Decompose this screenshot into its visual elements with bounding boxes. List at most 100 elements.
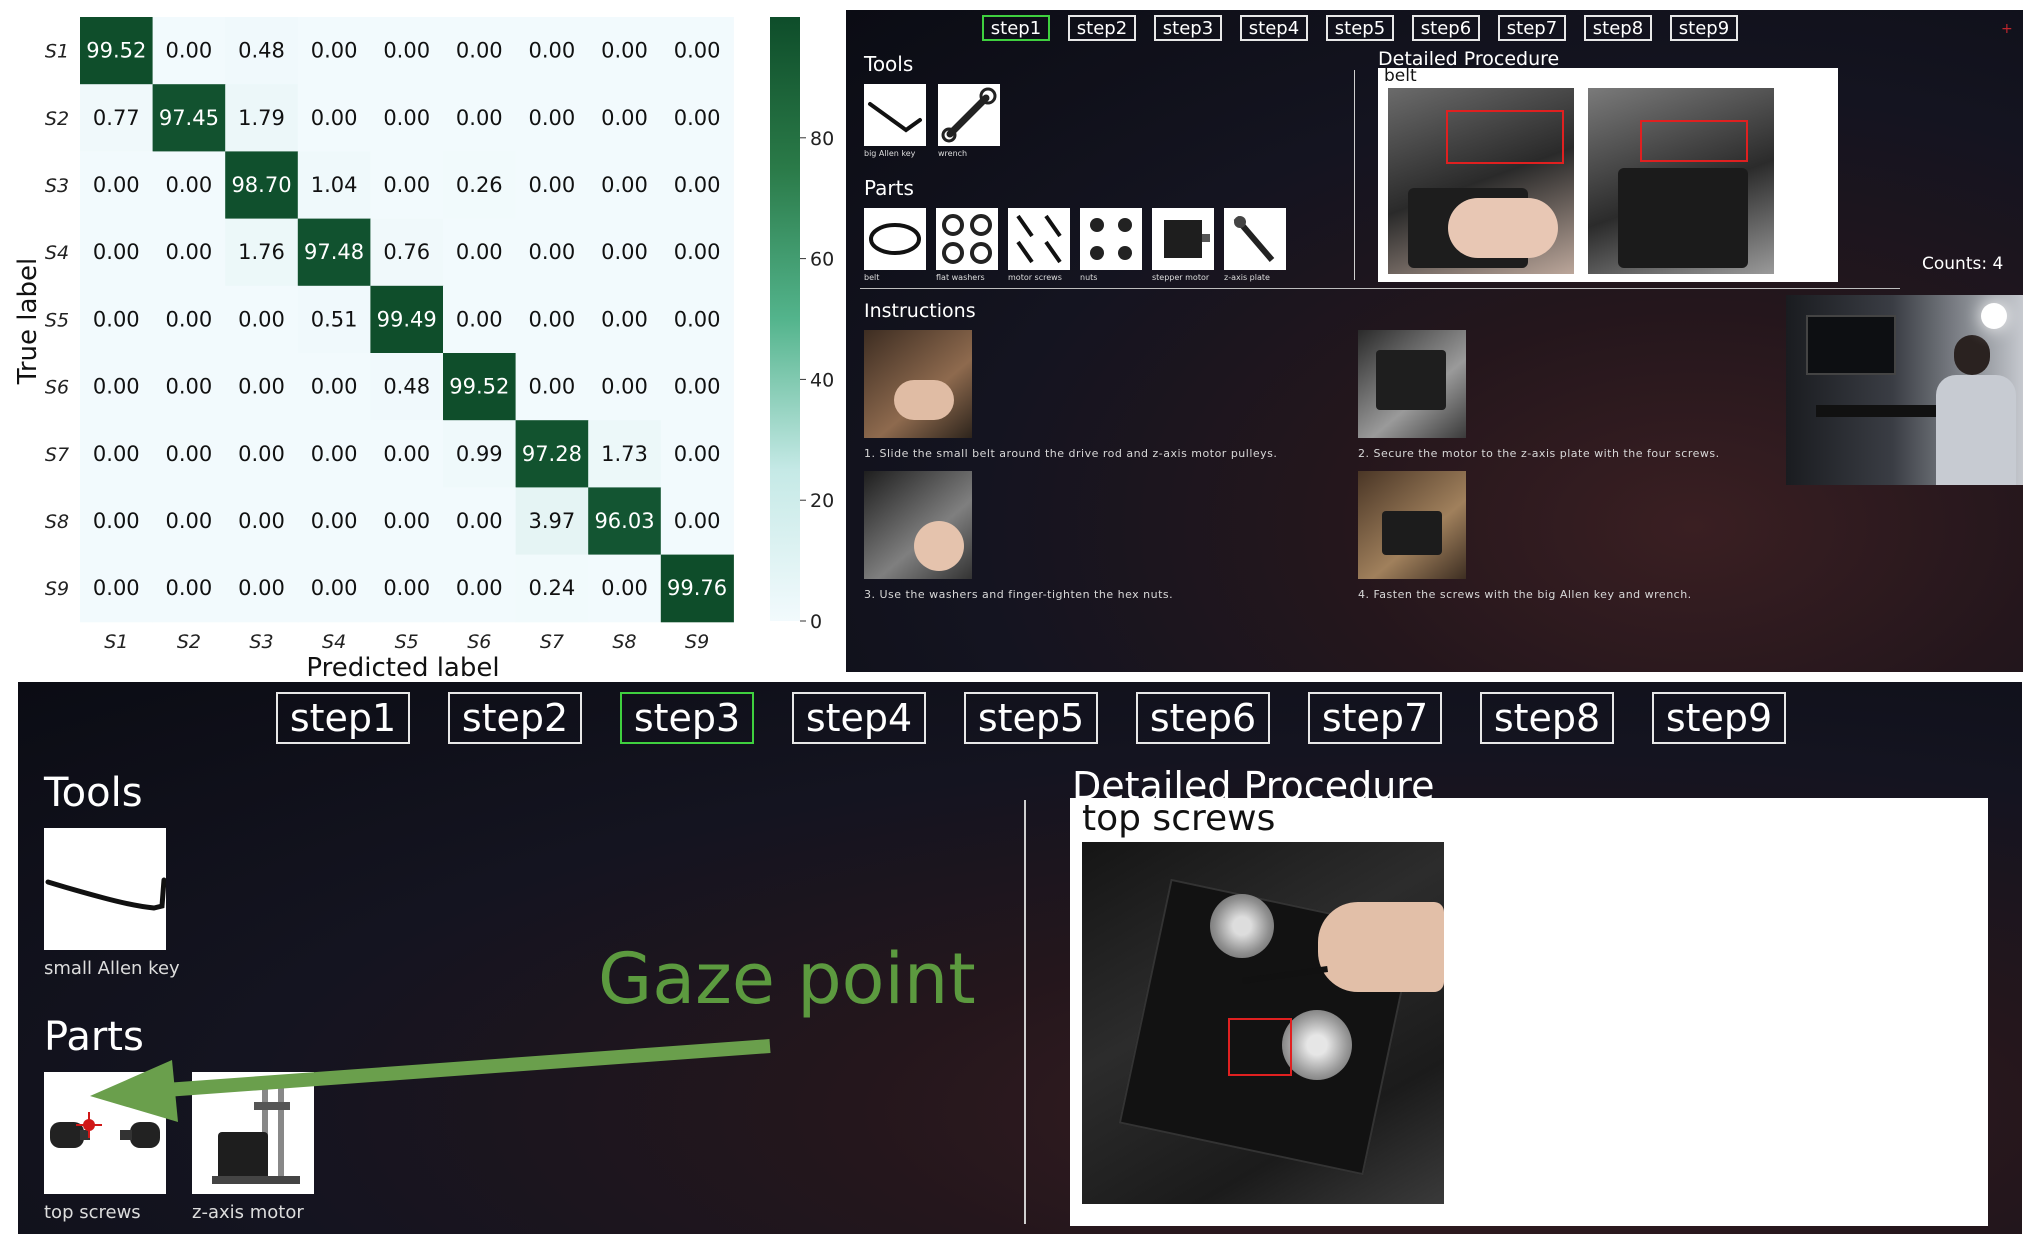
- tool-caption: big Allen key: [864, 149, 916, 158]
- heatmap-cell-label: 0.00: [456, 509, 503, 533]
- heatmap-cell-label: 0.00: [238, 442, 285, 466]
- stepper-motor-icon: [1164, 220, 1210, 258]
- heatmap-cell-label: 1.79: [238, 106, 285, 130]
- heatmap-cell-label: 0.00: [166, 173, 213, 197]
- heatmap-cell-label: 0.00: [383, 106, 430, 130]
- heatmap-cell-label: 0.00: [311, 39, 358, 63]
- heatmap-cell-label: 0.00: [529, 307, 576, 331]
- confusion-matrix-panel: 99.52 0.00 0.48 0.00 0.00 0.00 0.00 0.00 0.00 0.7…: [0, 0, 848, 685]
- tool-big-allen-key[interactable]: [864, 84, 926, 146]
- heatmap-cell-label: 0.00: [529, 375, 576, 399]
- instruction-photo-2: [1358, 330, 1466, 438]
- y-axis-title: True label: [13, 258, 43, 385]
- highlight-box: [1446, 110, 1564, 164]
- heatmap-cell-label: 0.00: [674, 39, 721, 63]
- heatmap-cell-label: 0.00: [529, 39, 576, 63]
- x-tick-label: S1: [104, 631, 128, 653]
- heatmap-cell-label: 0.00: [456, 576, 503, 600]
- step-tab-7[interactable]: step7: [1498, 15, 1566, 41]
- heatmap-cell-label: 0.00: [383, 442, 430, 466]
- heatmap-cell-label: 0.00: [674, 106, 721, 130]
- heatmap-cell-label: 0.00: [238, 509, 285, 533]
- instructions-title: Instructions: [864, 300, 976, 322]
- part-caption: z-axis plate: [1224, 273, 1270, 282]
- heatmap-cell-label: 0.00: [601, 240, 648, 264]
- heatmap-cell-label: 0.48: [383, 375, 430, 399]
- heatmap-cell-label: 0.00: [93, 442, 140, 466]
- assembly-guide-ui-small: step1 step2 step3 step4 step5 step6 step7 step8…: [846, 10, 2023, 672]
- part-caption: motor screws: [1008, 273, 1062, 282]
- part-stepper-motor[interactable]: [1152, 208, 1214, 270]
- nuts-icon: [1090, 218, 1132, 260]
- procedure-photo-2: [1588, 88, 1774, 274]
- instruction-photo-4: [1358, 471, 1466, 579]
- y-tick-label: S5: [45, 309, 69, 331]
- instruction-text-4: 4. Fasten the screws with the big Allen …: [1358, 588, 1692, 601]
- step-tab-1[interactable]: step1: [982, 15, 1050, 41]
- heatmap-cell-label: 0.00: [311, 375, 358, 399]
- step-tab-8[interactable]: step8: [1584, 15, 1652, 41]
- x-tick-label: S9: [685, 631, 709, 653]
- part-caption: stepper motor: [1152, 273, 1210, 282]
- x-tick-label: S2: [177, 631, 201, 653]
- part-motor-screws[interactable]: [1008, 208, 1070, 270]
- colorbar-tick-label: 0: [810, 611, 822, 633]
- heatmap-cell-label: 0.00: [601, 576, 648, 600]
- step-tab-4[interactable]: step4: [1240, 15, 1308, 41]
- heatmap-cell-label: 0.48: [238, 39, 285, 63]
- heatmap-cell-label: 98.70: [231, 173, 291, 197]
- heatmap-cell-label: 0.26: [456, 173, 503, 197]
- part-nuts[interactable]: [1080, 208, 1142, 270]
- washers-icon: [942, 214, 992, 264]
- section-divider: [860, 288, 1900, 289]
- heatmap-cell-label: 0.00: [674, 509, 721, 533]
- y-tick-label: S1: [45, 41, 69, 63]
- procedure-card: belt: [1378, 66, 1838, 282]
- tools-title: Tools: [864, 52, 914, 76]
- heatmap-cell-label: 0.00: [601, 307, 648, 331]
- step-navigation: step1 step2 step3 step4 step5 step6 step7 step8…: [982, 15, 1756, 41]
- heatmap-cell-label: 0.00: [383, 173, 430, 197]
- heatmap-cell-label: 0.77: [93, 106, 140, 130]
- heatmap-cell-label: 0.00: [93, 173, 140, 197]
- heatmap-cell-label: 0.00: [93, 375, 140, 399]
- tool-wrench[interactable]: [938, 84, 1000, 146]
- heatmap-cell-label: 0.51: [311, 307, 358, 331]
- heatmap-cell-label: 1.73: [601, 442, 648, 466]
- step-tab-5[interactable]: step5: [1326, 15, 1394, 41]
- part-belt[interactable]: [864, 208, 926, 270]
- confusion-matrix-chart: 99.52 0.00 0.48 0.00 0.00 0.00 0.00 0.00 0.00 0.7…: [13, 17, 834, 683]
- part-flat-washers[interactable]: [936, 208, 998, 270]
- heatmap-cell-label: 0.00: [238, 375, 285, 399]
- heatmap-cell-label: 99.76: [667, 576, 727, 600]
- colorbar-tick-label: 60: [810, 249, 834, 271]
- step-tab-6[interactable]: step6: [1412, 15, 1480, 41]
- part-z-axis-plate[interactable]: [1224, 208, 1286, 270]
- heatmap-cell-label: 99.49: [377, 307, 437, 331]
- heatmap-cell-label: 0.00: [238, 576, 285, 600]
- heatmap-cell-label: 0.76: [383, 240, 430, 264]
- part-caption: nuts: [1080, 273, 1098, 282]
- vertical-divider: [1354, 70, 1355, 280]
- heatmap-cell-label: 0.00: [529, 173, 576, 197]
- heatmap-cell-label: 0.00: [456, 39, 503, 63]
- instruction-text-3: 3. Use the washers and finger-tighten th…: [864, 588, 1174, 601]
- instruction-photo-3: [864, 471, 972, 579]
- y-tick-label: S8: [45, 511, 69, 533]
- heatmap-cell-label: 0.00: [311, 509, 358, 533]
- heatmap-cell-label: 0.00: [166, 240, 213, 264]
- allen-key-icon: [868, 102, 922, 133]
- heatmap-cell-label: 99.52: [86, 39, 146, 63]
- step-tab-2[interactable]: step2: [1068, 15, 1136, 41]
- heatmap-cell-label: 0.00: [674, 442, 721, 466]
- x-tick-label: S4: [322, 631, 346, 653]
- heatmap-cell-label: 97.45: [159, 106, 219, 130]
- x-tick-label: S8: [612, 631, 636, 653]
- x-axis-title: Predicted label: [306, 653, 499, 683]
- step-tab-3[interactable]: step3: [1154, 15, 1222, 41]
- part-caption: belt: [864, 273, 880, 282]
- step-tab-9[interactable]: step9: [1670, 15, 1738, 41]
- y-tick-label: S7: [45, 444, 69, 466]
- procedure-photo-1: [1388, 88, 1574, 274]
- heatmap-cell-label: 0.24: [529, 576, 576, 600]
